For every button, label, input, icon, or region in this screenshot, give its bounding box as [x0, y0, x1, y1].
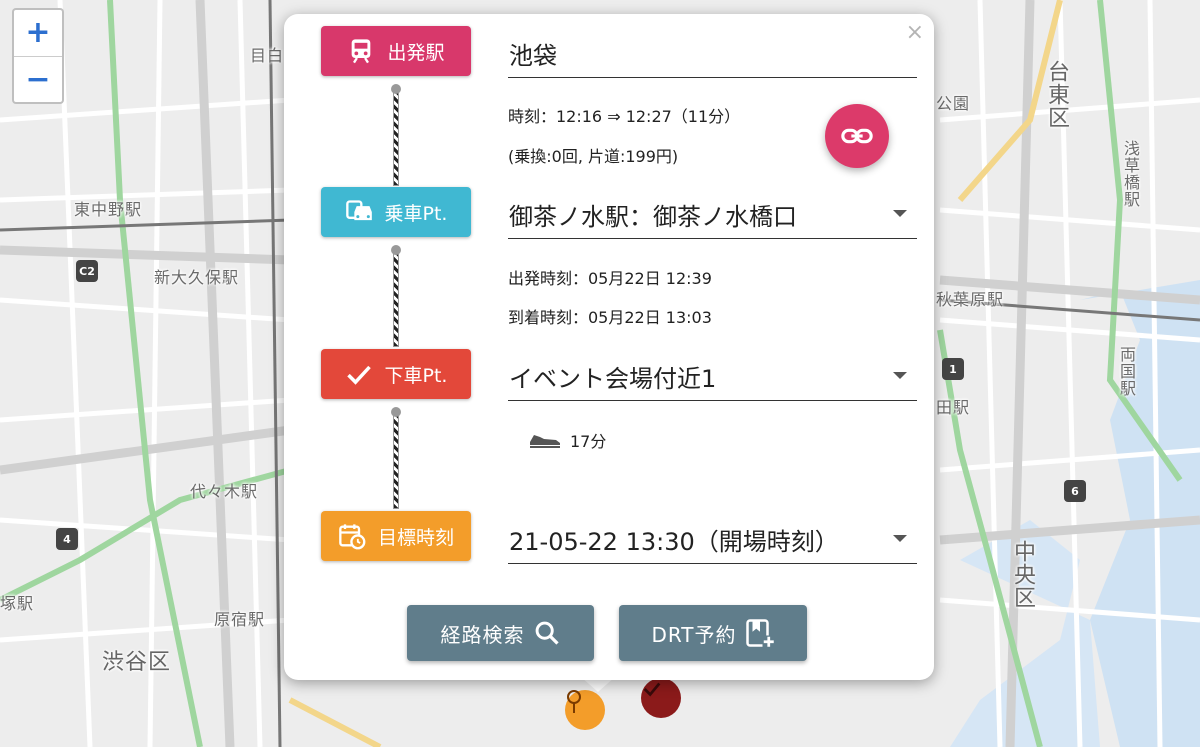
map-label-park: 公園	[936, 94, 971, 113]
map-label-asakusabashi: 浅草橋駅	[1121, 140, 1140, 208]
zoom-in-button[interactable]: +	[14, 10, 62, 57]
alight-point-select[interactable]: イベント会場付近1	[508, 353, 917, 401]
board-point-value: 御茶ノ水駅：御茶ノ水橋口	[509, 203, 797, 231]
board-point-badge: 乗車Pt.	[321, 187, 471, 237]
zoom-control: + −	[12, 8, 64, 104]
alight-point-value: イベント会場付近1	[509, 365, 717, 393]
target-time-value: 21-05-22 13:30（開場時刻）	[509, 528, 839, 556]
map-label-shibuya-ku: 渋谷区	[102, 650, 172, 675]
route-connector	[391, 407, 401, 509]
depart-station-input[interactable]: 池袋	[508, 30, 917, 78]
map-label-chuo: 中央区	[1010, 540, 1035, 609]
board-arrive-time-text: 到着時刻：05月22日 13:03	[508, 308, 712, 327]
alight-point-badge: 下車Pt.	[321, 349, 471, 399]
bookmark-add-icon	[745, 619, 775, 648]
map-label-sendagaya: 塚駅	[0, 594, 35, 613]
route-search-label: 経路検索	[440, 622, 525, 647]
road-shield: 4	[56, 528, 78, 550]
car-bus-icon	[345, 200, 372, 221]
route-connector	[391, 84, 401, 186]
route-search-button[interactable]: 経路検索	[407, 605, 594, 661]
depart-badge-label: 出発駅	[387, 41, 445, 64]
chevron-down-icon	[893, 535, 907, 542]
chevron-down-icon	[893, 372, 907, 379]
map-label-yoyogi: 代々木駅	[190, 482, 259, 501]
alight-point-marker[interactable]	[641, 678, 681, 718]
depart-station-value: 池袋	[509, 42, 557, 70]
zoom-out-button[interactable]: −	[14, 57, 62, 103]
walk-time-text: 17分	[570, 432, 607, 451]
route-popup: × 出発駅 乗車Pt. 下車Pt. 目標時刻 池袋 時刻：12:16 ⇒ 12:…	[284, 14, 934, 680]
calendar-clock-icon	[339, 524, 366, 550]
walk-info: 17分	[528, 428, 606, 452]
target-time-badge: 目標時刻	[321, 511, 471, 561]
check-icon	[643, 682, 661, 697]
train-icon	[352, 39, 371, 64]
map-label-ryogoku: 両国駅	[1117, 346, 1136, 397]
target-time-select[interactable]: 21-05-22 13:30（開場時刻）	[508, 516, 917, 564]
link-icon	[841, 128, 873, 144]
map-label-harajuku: 原宿駅	[214, 610, 266, 629]
map-label-meguro: 目白	[250, 46, 285, 65]
road-shield: C2	[76, 260, 98, 282]
shoe-icon	[530, 435, 560, 448]
depart-time-text: 時刻：12:16 ⇒ 12:27（11分）	[508, 107, 741, 126]
board-depart-time-text: 出発時刻：05月22日 12:39	[508, 269, 712, 288]
share-link-button[interactable]	[825, 104, 889, 168]
map-label-shin-okubo: 新大久保駅	[154, 268, 240, 287]
road-shield: 1	[942, 358, 964, 380]
search-icon	[535, 621, 559, 645]
map-label-higashi-nakano: 東中野駅	[74, 200, 143, 219]
route-connector	[391, 245, 401, 347]
alight-badge-label: 下車Pt.	[384, 364, 448, 387]
check-icon	[346, 365, 371, 385]
pin-icon	[567, 690, 581, 713]
depart-fare-text: (乗換:0回, 片道:199円)	[508, 147, 679, 166]
depart-station-badge: 出発駅	[321, 26, 471, 76]
board-point-select[interactable]: 御茶ノ水駅：御茶ノ水橋口	[508, 191, 917, 239]
road-shield: 6	[1064, 480, 1086, 502]
drt-reserve-label: DRT予約	[651, 622, 737, 647]
drt-reserve-button[interactable]: DRT予約	[619, 605, 807, 661]
map-label-taito: 台東区	[1044, 60, 1069, 129]
board-badge-label: 乗車Pt.	[384, 202, 448, 225]
map-label-akihabara: 秋葉原駅	[936, 290, 1005, 309]
map-label-iidabashi: 田駅	[936, 398, 971, 417]
chevron-down-icon	[893, 210, 907, 217]
event-venue-marker[interactable]	[565, 690, 605, 730]
target-badge-label: 目標時刻	[377, 526, 454, 549]
